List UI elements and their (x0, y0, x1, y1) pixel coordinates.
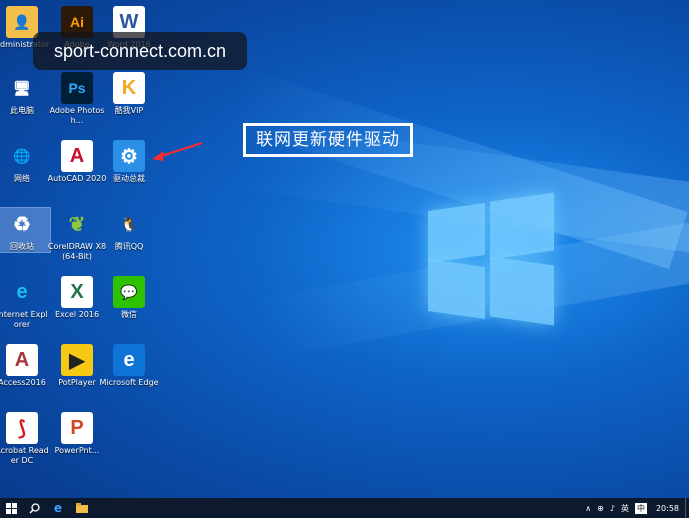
desktop-icon-label: 此电脑 (10, 106, 34, 115)
ime-mode-icon[interactable]: 中 (634, 502, 647, 514)
watermark: sport-connect.com.cn (33, 32, 247, 70)
coreldraw-icon: ❦ (68, 213, 86, 236)
desktop-icon-label: 酷我VIP (114, 106, 144, 115)
photoshop-icon: Ps (61, 72, 93, 104)
desktop-icon-label: Microsoft Edge (99, 378, 159, 387)
driver-master-icon: ⚙ (113, 140, 145, 172)
desktop-icon-kuwo-vip[interactable]: K 酷我VIP (96, 72, 162, 116)
volume-icon[interactable]: ♪ (610, 504, 615, 513)
desktop-icon-ie[interactable]: e Internet Explorer (0, 276, 50, 330)
desktop-icon-network[interactable]: 🌐 网络 (0, 140, 50, 184)
qq-icon: 🐧 (120, 215, 138, 232)
folder-icon (76, 503, 88, 513)
network-icon: 🌐 (13, 147, 31, 164)
desktop-icon-access[interactable]: A Access2016 (0, 344, 50, 388)
potplayer-icon: ▶ (61, 344, 93, 376)
powerpoint-icon: P (61, 412, 93, 444)
search-icon (28, 502, 40, 514)
desktop-icon-qq[interactable]: 🐧 腾讯QQ (96, 208, 162, 252)
desktop-icon-label: 驱动总裁 (113, 174, 145, 183)
wechat-icon: 💬 (113, 276, 145, 308)
edge-icon: e (113, 344, 145, 376)
desktop-icon-this-pc[interactable]: 🖥 此电脑 (0, 72, 50, 116)
edge-icon: e (53, 501, 63, 515)
network-icon[interactable]: ⊕ (597, 504, 604, 513)
desktop-icon-powerpoint[interactable]: P PowerPnt... (44, 412, 110, 456)
access-icon: A (6, 344, 38, 376)
taskbar-explorer-button[interactable] (70, 498, 94, 518)
administrator-icon: 👤 (6, 6, 38, 38)
clock[interactable]: 20:58 (656, 504, 679, 513)
recycle-bin-icon: ♻ (13, 213, 31, 236)
desktop-icon-wechat[interactable]: 💬 微信 (96, 276, 162, 320)
desktop: 👤AdministratorAiAdobeWWord 2016🖥此电脑PsAdo… (0, 0, 689, 498)
windows-logo (428, 192, 556, 326)
desktop-icon-label: 微信 (121, 310, 137, 319)
search-button[interactable] (22, 498, 46, 518)
desktop-icon-label: Access2016 (0, 378, 46, 387)
kuwo-vip-icon: K (113, 72, 145, 104)
desktop-icon-label: PowerPnt... (54, 446, 100, 455)
taskbar-edge-button[interactable]: e (46, 498, 70, 518)
annotation-label: 联网更新硬件驱动 (243, 123, 413, 157)
chevron-up-icon[interactable]: ∧ (585, 504, 591, 513)
desktop-icon-edge[interactable]: e Microsoft Edge (96, 344, 162, 388)
desktop-icon-label: 回收站 (10, 242, 34, 251)
show-desktop-button[interactable] (685, 498, 689, 518)
red-arrow-icon (152, 142, 203, 161)
taskbar: e ∧ ⊕ ♪ 英 中 20:58 (0, 498, 689, 518)
ime-language-indicator[interactable]: 英 (621, 503, 629, 514)
desktop-icon-label: Internet Explorer (0, 310, 48, 329)
autocad-icon: A (61, 140, 93, 172)
excel-icon: X (61, 276, 93, 308)
start-button[interactable] (0, 498, 22, 518)
desktop-icon-recycle-bin[interactable]: ♻ 回收站 (0, 207, 51, 253)
ie-icon: e (16, 280, 28, 303)
windows-start-icon (5, 502, 17, 514)
this-pc-icon: 🖥 (13, 79, 31, 96)
desktop-icon-label: 网络 (14, 174, 30, 183)
system-tray: ∧ ⊕ ♪ 英 中 20:58 (582, 498, 689, 518)
desktop-icon-acrobat[interactable]: ⟆ Acrobat Reader DC (0, 412, 50, 466)
desktop-icon-label: 腾讯QQ (114, 242, 144, 251)
desktop-icon-label: Acrobat Reader DC (0, 446, 49, 465)
acrobat-icon: ⟆ (6, 412, 38, 444)
